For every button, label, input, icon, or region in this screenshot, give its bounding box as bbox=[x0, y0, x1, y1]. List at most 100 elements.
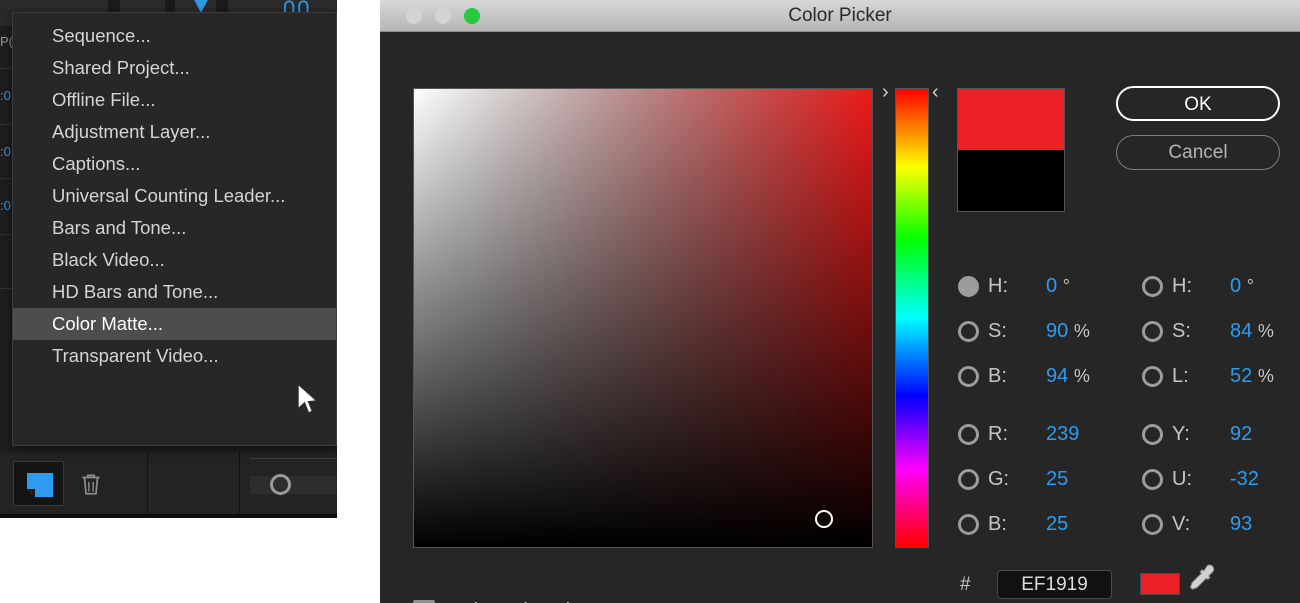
value-label-b-blue: B: bbox=[988, 513, 1007, 535]
cancel-button[interactable]: Cancel bbox=[1116, 135, 1280, 170]
hsl-s-unit: % bbox=[1257, 321, 1274, 341]
project-panel-toolbar bbox=[0, 452, 337, 514]
g-value: 25 bbox=[1046, 468, 1069, 490]
value-label-y: Y: bbox=[1172, 423, 1190, 445]
value-label-b-brightness: B: bbox=[988, 365, 1007, 387]
hsl-s-value: 84 bbox=[1230, 320, 1253, 342]
hue-marker-right-icon: ‹ bbox=[932, 81, 939, 103]
gutter-label: :0 bbox=[0, 198, 11, 213]
brightness-unit: % bbox=[1073, 366, 1090, 386]
new-item-button[interactable] bbox=[13, 461, 64, 506]
value-number-s[interactable]: 90 % bbox=[1046, 315, 1090, 348]
value-label-r: R: bbox=[988, 423, 1008, 445]
value-number-hsl-h[interactable]: 0 ° bbox=[1230, 270, 1254, 303]
menu-item-offline-file[interactable]: Offline File... bbox=[13, 84, 336, 116]
saturation-brightness-field[interactable] bbox=[413, 88, 873, 548]
value-number-h[interactable]: 0 ° bbox=[1046, 270, 1070, 303]
radio-v[interactable] bbox=[1142, 514, 1163, 535]
color-picker-window: Color Picker › ‹ OK Cancel H: 0 ° S: 90 … bbox=[380, 0, 1300, 603]
premiere-project-panel: 00 P( :0 :0 :0 Sequence... Shared Projec… bbox=[0, 0, 337, 518]
radio-b-blue[interactable] bbox=[958, 514, 979, 535]
radio-b-brightness[interactable] bbox=[958, 366, 979, 387]
previous-color-swatch[interactable] bbox=[958, 150, 1064, 211]
hsl-l-value: 52 bbox=[1230, 365, 1253, 387]
hsl-h-unit: ° bbox=[1246, 276, 1254, 296]
s-value: 90 bbox=[1046, 320, 1069, 342]
y-value: 92 bbox=[1230, 423, 1253, 445]
brightness-value: 94 bbox=[1046, 365, 1069, 387]
menu-item-color-matte[interactable]: Color Matte... bbox=[13, 308, 336, 340]
color-picker-title: Color Picker bbox=[788, 5, 892, 26]
value-number-r[interactable]: 239 bbox=[1046, 418, 1079, 451]
radio-s[interactable] bbox=[958, 321, 979, 342]
value-label-u: U: bbox=[1172, 468, 1192, 490]
radio-y[interactable] bbox=[1142, 424, 1163, 445]
hex-color-swatch[interactable] bbox=[1140, 573, 1180, 595]
ok-button[interactable]: OK bbox=[1116, 86, 1280, 121]
hue-marker-left-icon: › bbox=[882, 81, 889, 103]
menu-item-black-video[interactable]: Black Video... bbox=[13, 244, 336, 276]
zoom-slider-bar[interactable] bbox=[250, 476, 337, 494]
zoom-slider-track bbox=[250, 458, 337, 459]
value-label-hsl-l: L: bbox=[1172, 365, 1189, 387]
trash-icon[interactable] bbox=[78, 471, 104, 497]
s-unit: % bbox=[1073, 321, 1090, 341]
hex-hash-label: # bbox=[960, 574, 971, 595]
menu-item-hd-bars-and-tone[interactable]: HD Bars and Tone... bbox=[13, 276, 336, 308]
value-number-u[interactable]: -32 bbox=[1230, 463, 1259, 496]
mouse-pointer-icon bbox=[297, 383, 319, 414]
color-preview-swatches bbox=[957, 88, 1065, 212]
toolbar-group-middle bbox=[148, 452, 240, 514]
menu-item-adjustment-layer[interactable]: Adjustment Layer... bbox=[13, 116, 336, 148]
menu-item-captions[interactable]: Captions... bbox=[13, 148, 336, 180]
menu-item-bars-and-tone[interactable]: Bars and Tone... bbox=[13, 212, 336, 244]
value-number-hsl-s[interactable]: 84 % bbox=[1230, 315, 1274, 348]
menu-item-universal-counting-leader[interactable]: Universal Counting Leader... bbox=[13, 180, 336, 212]
new-item-context-menu[interactable]: Sequence... Shared Project... Offline Fi… bbox=[12, 12, 337, 446]
value-label-hsl-s: S: bbox=[1172, 320, 1191, 342]
radio-u[interactable] bbox=[1142, 469, 1163, 490]
radio-g[interactable] bbox=[958, 469, 979, 490]
radio-hsl-l[interactable] bbox=[1142, 366, 1163, 387]
value-number-b-brightness[interactable]: 94 % bbox=[1046, 360, 1090, 393]
color-picker-titlebar: Color Picker bbox=[380, 0, 1300, 32]
radio-h[interactable] bbox=[958, 276, 979, 297]
value-number-hsl-l[interactable]: 52 % bbox=[1230, 360, 1274, 393]
value-label-s: S: bbox=[988, 320, 1007, 342]
hsl-h-value: 0 bbox=[1230, 275, 1242, 297]
value-number-y[interactable]: 92 bbox=[1230, 418, 1252, 451]
gutter-label: :0 bbox=[0, 144, 11, 159]
menu-item-sequence[interactable]: Sequence... bbox=[13, 20, 336, 52]
menu-item-shared-project[interactable]: Shared Project... bbox=[13, 52, 336, 84]
h-value: 0 bbox=[1046, 275, 1058, 297]
eyedropper-icon[interactable] bbox=[1185, 562, 1215, 598]
color-picker-body: › ‹ OK Cancel H: 0 ° S: 90 % B: 94 % R: … bbox=[380, 32, 1300, 603]
radio-r[interactable] bbox=[958, 424, 979, 445]
color-field-cursor[interactable] bbox=[815, 510, 833, 528]
record-circle-icon[interactable] bbox=[270, 474, 291, 495]
menu-item-transparent-video[interactable]: Transparent Video... bbox=[13, 340, 336, 372]
hex-input[interactable]: EF1919 bbox=[997, 570, 1112, 599]
hsl-l-unit: % bbox=[1257, 366, 1274, 386]
new-color-swatch[interactable] bbox=[958, 89, 1064, 150]
gutter-label: :0 bbox=[0, 88, 11, 103]
hue-slider[interactable] bbox=[895, 88, 929, 548]
value-label-v: V: bbox=[1172, 513, 1191, 535]
r-value: 239 bbox=[1046, 423, 1080, 445]
screenshot-root: 00 P( :0 :0 :0 Sequence... Shared Projec… bbox=[0, 0, 1300, 603]
radio-hsl-s[interactable] bbox=[1142, 321, 1163, 342]
u-value: -32 bbox=[1230, 468, 1259, 490]
black-gradient-layer bbox=[414, 89, 872, 547]
value-number-g[interactable]: 25 bbox=[1046, 463, 1068, 496]
value-label-g: G: bbox=[988, 468, 1010, 490]
value-label-h: H: bbox=[988, 275, 1008, 297]
radio-hsl-h[interactable] bbox=[1142, 276, 1163, 297]
h-unit: ° bbox=[1062, 276, 1070, 296]
only-web-colors-label: Only Web Colors bbox=[447, 598, 598, 603]
v-value: 93 bbox=[1230, 513, 1253, 535]
value-number-b-blue[interactable]: 25 bbox=[1046, 508, 1068, 541]
value-label-hsl-h: H: bbox=[1172, 275, 1192, 297]
value-number-v[interactable]: 93 bbox=[1230, 508, 1252, 541]
blue-value: 25 bbox=[1046, 513, 1069, 535]
panel-bottom-edge bbox=[0, 514, 337, 518]
